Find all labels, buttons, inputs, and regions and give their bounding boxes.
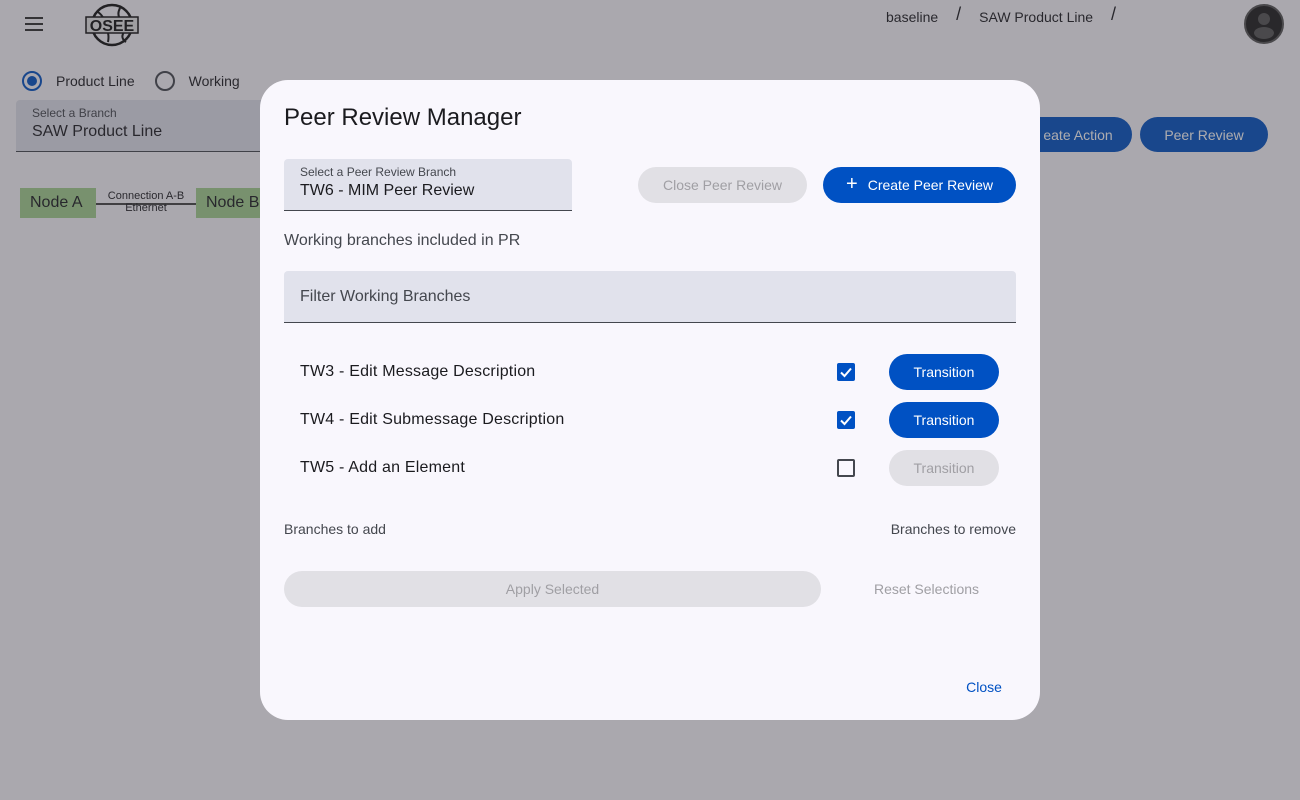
branch-checkbox-checked[interactable] [837,411,855,429]
checkmark-icon [840,415,852,426]
transition-button-disabled[interactable]: Transition [889,450,999,486]
branch-checkbox-unchecked[interactable] [837,459,855,477]
branch-name: TW3 - Edit Message Description [300,363,536,380]
apply-selected-button[interactable]: Apply Selected [284,571,821,607]
branch-row: TW4 - Edit Submessage Description Transi… [284,396,1016,444]
filter-working-branches[interactable] [284,271,1016,323]
transition-button[interactable]: Transition [889,354,999,390]
branch-checkbox-checked[interactable] [837,363,855,381]
peer-review-dialog: Peer Review Manager Select a Peer Review… [260,80,1040,720]
branch-name: TW5 - Add an Element [300,459,465,476]
checkmark-icon [840,367,852,378]
dialog-title: Peer Review Manager [284,104,522,131]
plus-icon: + [846,173,858,195]
transition-button[interactable]: Transition [889,402,999,438]
reset-selections-button[interactable]: Reset Selections [845,571,1008,607]
create-peer-review-button[interactable]: + Create Peer Review [823,167,1016,203]
pr-select-label: Select a Peer Review Branch [300,165,457,179]
close-peer-review-button[interactable]: Close Peer Review [638,167,807,203]
branches-to-remove-label: Branches to remove [890,521,1016,537]
close-dialog-button[interactable]: Close [952,669,1016,705]
section-label: Working branches included in PR [284,232,521,249]
pr-select-value: TW6 - MIM Peer Review [300,182,475,199]
peer-review-branch-select[interactable]: Select a Peer Review Branch TW6 - MIM Pe… [284,159,572,211]
branch-row: TW5 - Add an Element Transition [284,444,1016,492]
branches-to-add-label: Branches to add [284,521,386,537]
create-peer-review-label: Create Peer Review [867,177,993,193]
branch-name: TW4 - Edit Submessage Description [300,411,565,428]
branch-row: TW3 - Edit Message Description Transitio… [284,348,1016,396]
filter-input[interactable] [284,271,1016,322]
